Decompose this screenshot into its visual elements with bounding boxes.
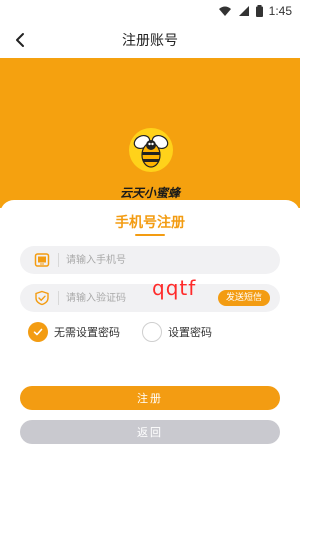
input-divider: [58, 291, 59, 305]
radio-unchecked: [142, 322, 162, 342]
set-password-option[interactable]: 设置密码: [142, 322, 212, 342]
hero-banner: 云天小蜜蜂: [0, 58, 300, 208]
logo-text: 云天小蜜蜂: [119, 186, 180, 200]
set-password-label: 设置密码: [168, 326, 212, 339]
register-button[interactable]: 注册: [20, 386, 280, 410]
phone-input[interactable]: [66, 250, 216, 270]
signal-icon: [238, 6, 249, 16]
status-icons: 1:45: [218, 4, 292, 18]
shield-check-icon: [35, 290, 49, 306]
bee-logo: [129, 128, 173, 172]
watermark-text: qqtf: [152, 276, 197, 300]
wifi-icon: [218, 6, 231, 16]
check-icon: [33, 328, 43, 336]
page-title: 注册账号: [122, 33, 178, 49]
phone-input-row: [20, 246, 280, 274]
tablet-icon: [34, 253, 50, 267]
status-bar: 1:45: [0, 0, 300, 22]
no-password-option[interactable]: 无需设置密码: [28, 322, 120, 342]
status-time: 1:45: [268, 4, 292, 18]
no-password-label: 无需设置密码: [54, 326, 120, 339]
radio-checked: [28, 322, 48, 342]
title-underline: [135, 234, 165, 236]
code-input-row: 发送短信: [20, 284, 280, 312]
battery-icon: [255, 5, 263, 17]
register-card: 手机号注册 发送短信 qqtf 无需设置密码: [0, 200, 300, 534]
return-button[interactable]: 返回: [20, 420, 280, 444]
password-options: 无需设置密码 设置密码: [28, 322, 234, 342]
input-divider: [58, 253, 59, 267]
nav-bar: 注册账号: [0, 22, 300, 58]
form-title: 手机号注册: [115, 215, 185, 231]
send-sms-button[interactable]: 发送短信: [217, 290, 270, 306]
